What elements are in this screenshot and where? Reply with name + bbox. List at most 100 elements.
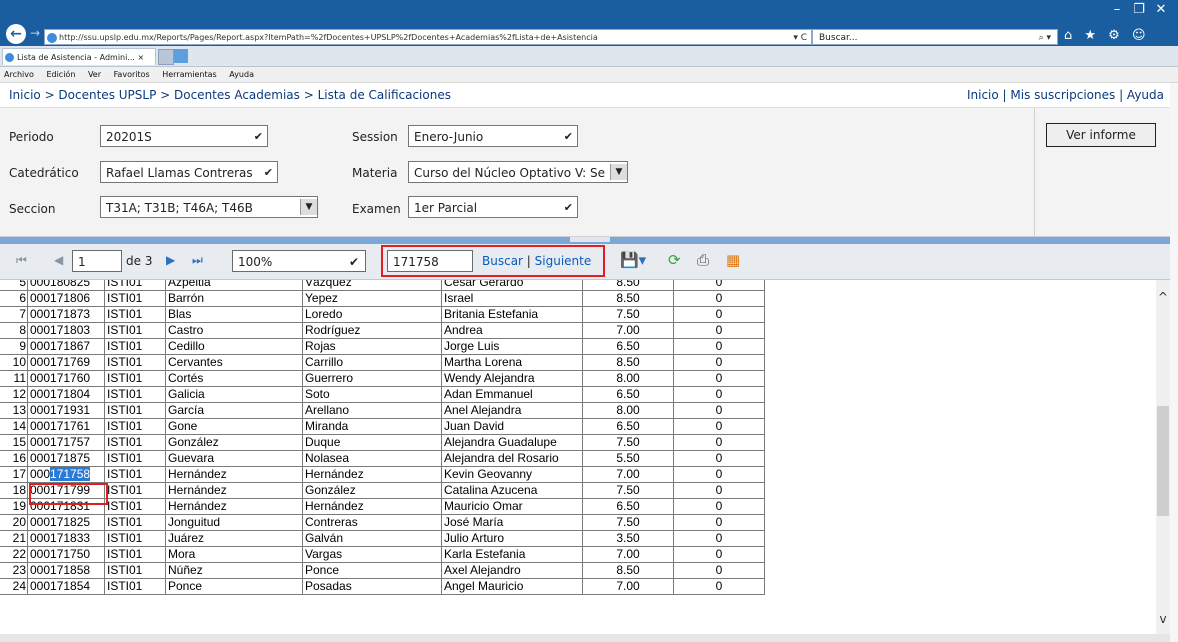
table-row: 11 000171760 ISTI01 Cortés Guerrero Wendy Ale… [0, 370, 765, 387]
tab-lista-asistencia[interactable]: Lista de Asistencia - Admini... × [2, 48, 156, 65]
table-row: 18 000171799 ISTI01 Hernández González Catali… [0, 482, 765, 499]
menu-favoritos[interactable]: Favoritos [114, 70, 150, 79]
next-page-icon[interactable]: ▶ [166, 253, 175, 267]
menu-ayuda[interactable]: Ayuda [229, 70, 254, 79]
apellido-materno: Miranda [302, 418, 442, 435]
refresh-report-icon[interactable]: ⟳ [668, 251, 681, 269]
session-label: Session [352, 130, 398, 144]
table-row: 17 000171758 ISTI01 Hernández Hernández Kevin… [0, 466, 765, 483]
browser-search-placeholder: Buscar... [819, 33, 858, 43]
calificacion: 5.50 [582, 450, 674, 467]
params-divider [1034, 108, 1035, 236]
scroll-up-icon[interactable]: ^ [1156, 290, 1170, 304]
browser-search-input[interactable]: Buscar... ⌕ ▾ [812, 29, 1058, 45]
restore-icon[interactable]: ❐ [1128, 2, 1150, 17]
periodo-select[interactable]: 20201S ✔ [100, 125, 268, 147]
apellido-materno: Guerrero [302, 370, 442, 387]
calificacion: 8.00 [582, 402, 674, 419]
first-page-icon[interactable]: ⏮ [16, 253, 27, 268]
row-number: 11 [0, 370, 28, 387]
menu-herramientas[interactable]: Herramientas [162, 70, 217, 79]
student-id: 000180825 [27, 280, 105, 291]
panel-splitter[interactable] [0, 237, 1170, 244]
back-arrow-icon[interactable]: ← [6, 24, 26, 44]
student-id: 000171825 [27, 514, 105, 531]
nombre: Juan David [441, 418, 583, 435]
refresh-icon[interactable]: ▾ C [793, 30, 807, 44]
nombre: Alejandra Guadalupe [441, 434, 583, 451]
calificacion: 7.00 [582, 466, 674, 483]
group: ISTI01 [104, 466, 166, 483]
window-controls[interactable]: – ❐ ✕ [1106, 2, 1172, 17]
browser-titlebar: – ❐ ✕ ← → http://ssu.upslp.edu.mx/Reports/… [0, 0, 1178, 46]
apellido-paterno: Jonguitud [165, 514, 303, 531]
row-number: 14 [0, 418, 28, 435]
report-content: 5 000180825 ISTI01 Azpeitia Vázquez César Ger… [0, 280, 1170, 640]
materia-label: Materia [352, 166, 398, 180]
nombre: Catalina Azucena [441, 482, 583, 499]
data-feed-icon[interactable]: ▦ [726, 251, 740, 269]
group: ISTI01 [104, 562, 166, 579]
export-icon[interactable]: 💾▾ [620, 251, 646, 269]
table-row: 10 000171769 ISTI01 Cervantes Carrillo Martha… [0, 354, 765, 371]
breadcrumb-path[interactable]: Inicio > Docentes UPSLP > Docentes Acade… [9, 83, 451, 107]
faltas: 0 [673, 482, 765, 499]
calificacion: 7.00 [582, 546, 674, 563]
apellido-paterno: Blas [165, 306, 303, 323]
vertical-scrollbar[interactable]: ^ v [1156, 280, 1170, 635]
header-links[interactable]: Inicio | Mis suscripciones | Ayuda [967, 83, 1164, 107]
chevron-down-icon: ✔ [563, 201, 573, 214]
apellido-paterno: Castro [165, 322, 303, 339]
browser-tool-icons[interactable]: ⌂ ★ ⚙ ☺ [1064, 28, 1150, 43]
address-bar[interactable]: http://ssu.upslp.edu.mx/Reports/Pages/Re… [44, 29, 812, 45]
search-match-highlight: 171758 [50, 467, 91, 481]
calificacion: 8.50 [582, 354, 674, 371]
apellido-paterno: Hernández [165, 482, 303, 499]
calificacion: 8.00 [582, 370, 674, 387]
close-window-icon[interactable]: ✕ [1150, 2, 1172, 17]
menu-archivo[interactable]: Archivo [4, 70, 34, 79]
forward-arrow-icon[interactable]: → [30, 26, 40, 40]
seccion-select[interactable]: T31A; T31B; T46A; T46B ▼ [100, 196, 318, 218]
student-id: 000171806 [27, 290, 105, 307]
group: ISTI01 [104, 418, 166, 435]
apellido-paterno: Mora [165, 546, 303, 563]
catedratico-select[interactable]: Rafael Llamas Contreras ✔ [100, 161, 278, 183]
row-number: 7 [0, 306, 28, 323]
search-icon[interactable]: ⌕ ▾ [1039, 30, 1051, 46]
examen-select[interactable]: 1er Parcial ✔ [408, 196, 578, 218]
table-row: 21 000171833 ISTI01 Juárez Galván Julio Artur… [0, 530, 765, 547]
faltas: 0 [673, 466, 765, 483]
menu-bar: Archivo Edición Ver Favoritos Herramient… [0, 67, 1178, 83]
faltas: 0 [673, 322, 765, 339]
breadcrumb: Inicio > Docentes UPSLP > Docentes Acade… [0, 83, 1178, 108]
scroll-down-icon[interactable]: v [1156, 612, 1170, 626]
ver-informe-button[interactable]: Ver informe [1046, 123, 1156, 147]
horizontal-scrollbar[interactable] [0, 634, 1170, 642]
menu-ver[interactable]: Ver [88, 70, 101, 79]
scroll-thumb[interactable] [1157, 406, 1169, 516]
group: ISTI01 [104, 386, 166, 403]
materia-select[interactable]: Curso del Núcleo Optativo V: Se ▼ [408, 161, 628, 183]
group: ISTI01 [104, 498, 166, 515]
last-page-icon[interactable]: ⏭ [192, 253, 203, 268]
faltas: 0 [673, 306, 765, 323]
page-number-input[interactable]: 1 [72, 250, 122, 272]
minimize-icon[interactable]: – [1106, 2, 1128, 17]
tab-preview-icon[interactable] [158, 49, 174, 65]
print-icon[interactable]: ⎙ [697, 251, 709, 269]
row-number: 12 [0, 386, 28, 403]
menu-edicion[interactable]: Edición [46, 70, 75, 79]
table-row: 22 000171750 ISTI01 Mora Vargas Karla Estefan… [0, 546, 765, 563]
prev-page-icon[interactable]: ◀ [54, 253, 63, 267]
splitter-grip[interactable] [570, 237, 610, 242]
zoom-select[interactable]: 100% ✔ [232, 250, 366, 272]
row-number: 13 [0, 402, 28, 419]
session-select[interactable]: Enero-Junio ✔ [408, 125, 578, 147]
new-tab-icon[interactable] [174, 49, 188, 63]
student-id: 000171804 [27, 386, 105, 403]
faltas: 0 [673, 434, 765, 451]
examen-value: 1er Parcial [414, 201, 478, 215]
nombre: Britania Estefania [441, 306, 583, 323]
nombre: César Gerardo [441, 280, 583, 291]
